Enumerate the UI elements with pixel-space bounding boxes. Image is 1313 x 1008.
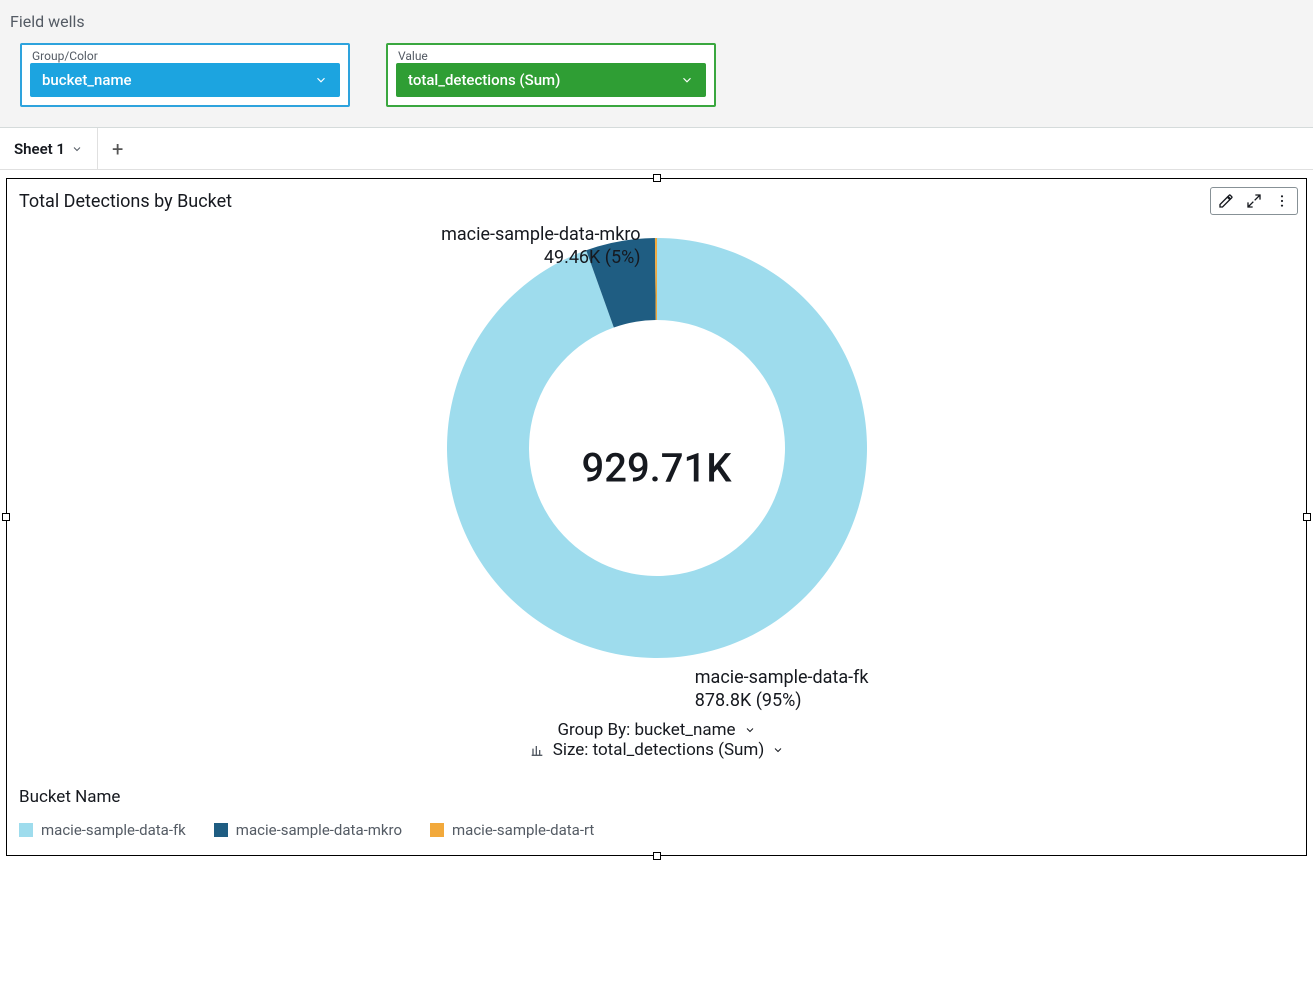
size-row[interactable]: Size: total_detections (Sum) [529,740,785,760]
value-pill[interactable]: total_detections (Sum) [396,63,706,97]
chevron-down-icon [680,73,694,87]
resize-handle-bottom[interactable] [653,852,661,860]
legend-swatch [19,823,33,837]
group-color-pill[interactable]: bucket_name [30,63,340,97]
legend-item[interactable]: macie-sample-data-mkro [214,821,402,839]
bar-chart-icon [529,742,545,758]
group-color-label: Group/Color [32,49,98,63]
field-wells-panel: Field wells Group/Color bucket_name Valu… [0,0,1313,128]
value-well: Value total_detections (Sum) [386,43,716,107]
expand-button[interactable] [1245,192,1263,210]
resize-handle-top[interactable] [653,174,661,182]
callout-mkro-stat: 49.46K (5%) [441,247,640,270]
legend-swatch [430,823,444,837]
group-by-label: Group By: bucket_name [557,720,735,740]
group-color-value: bucket_name [42,71,132,89]
size-label: Size: total_detections (Sum) [553,740,765,760]
callout-mkro: macie-sample-data-mkro 49.46K (5%) [441,224,640,269]
chevron-down-icon [744,724,756,736]
field-wells-row: Group/Color bucket_name Value total_dete… [10,43,1303,107]
donut-chart: 929.71K macie-sample-data-mkro 49.46K (5… [19,218,1294,718]
pencil-icon [1218,193,1234,209]
legend-row: macie-sample-data-fk macie-sample-data-mk… [19,821,1294,839]
add-sheet-button[interactable]: + [98,137,137,161]
expand-icon [1246,193,1262,209]
value-label: Value [398,49,428,63]
chevron-down-icon [772,744,784,756]
dots-vertical-icon [1274,193,1290,209]
legend-title: Bucket Name [19,787,1294,807]
donut-center-label: 929.71K [581,445,731,492]
legend-label: macie-sample-data-fk [41,821,186,839]
chart-meta: Group By: bucket_name Size: total_detect… [19,720,1294,763]
sheet-bar: Sheet 1 + [0,128,1313,170]
group-color-well: Group/Color bucket_name [20,43,350,107]
callout-mkro-name: macie-sample-data-mkro [441,224,640,247]
resize-handle-right[interactable] [1303,513,1311,521]
callout-fk-stat: 878.8K (95%) [695,690,869,713]
callout-fk: macie-sample-data-fk 878.8K (95%) [695,667,869,712]
value-pill-text: total_detections (Sum) [408,71,560,89]
callout-fk-name: macie-sample-data-fk [695,667,869,690]
edit-button[interactable] [1217,192,1235,210]
legend-label: macie-sample-data-mkro [236,821,402,839]
sheet-tab-label: Sheet 1 [14,140,65,158]
field-wells-title: Field wells [10,12,1303,31]
legend-item[interactable]: macie-sample-data-fk [19,821,186,839]
chart-canvas: Total Detections by Bucket 929.71K macie… [0,170,1313,886]
group-by-row[interactable]: Group By: bucket_name [557,720,755,740]
resize-handle-left[interactable] [2,513,10,521]
legend-label: macie-sample-data-rt [452,821,594,839]
chart-title: Total Detections by Bucket [19,191,1294,212]
chevron-down-icon [314,73,328,87]
legend-swatch [214,823,228,837]
chart-card[interactable]: Total Detections by Bucket 929.71K macie… [6,178,1307,856]
more-button[interactable] [1273,192,1291,210]
chevron-down-icon [71,143,83,155]
chart-actions [1210,187,1298,215]
sheet-tab[interactable]: Sheet 1 [0,128,98,169]
legend-item[interactable]: macie-sample-data-rt [430,821,594,839]
